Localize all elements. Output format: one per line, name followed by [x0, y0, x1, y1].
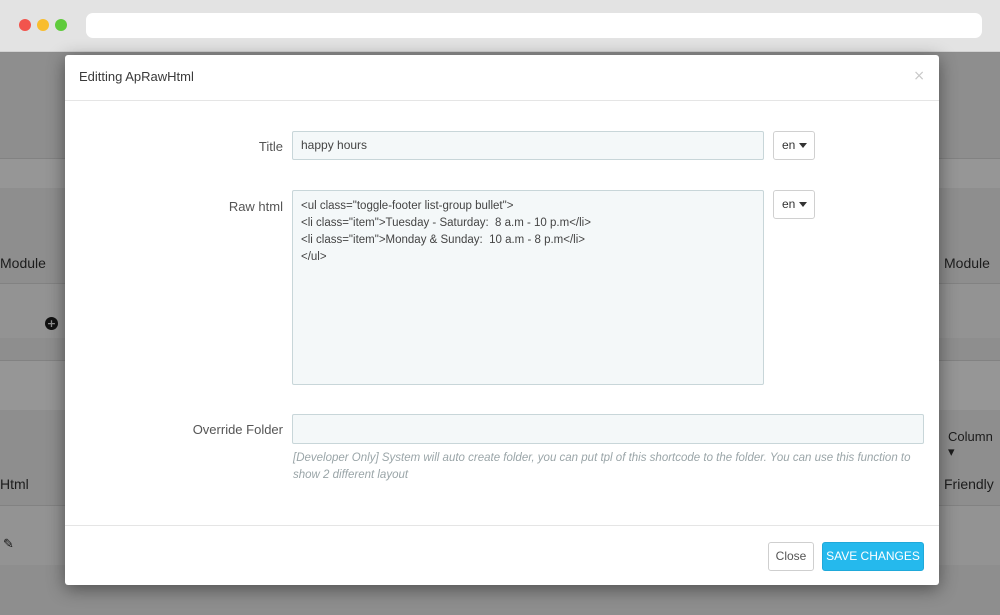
- plus-circle-icon: +: [45, 317, 58, 330]
- override-folder-label: Override Folder: [192, 422, 283, 437]
- raw-html-language-label: en: [782, 197, 796, 211]
- close-icon[interactable]: ×: [913, 68, 925, 84]
- title-language-label: en: [782, 138, 796, 152]
- chevron-down-icon: [799, 202, 808, 208]
- pencil-icon: ✎: [3, 537, 14, 552]
- background-html-label: Html: [0, 476, 29, 492]
- address-bar[interactable]: [86, 13, 982, 38]
- background-module-label: Module: [0, 255, 46, 271]
- chevron-down-icon: [799, 143, 808, 149]
- background-friendly-label: Friendly: [944, 476, 994, 492]
- raw-html-language-dropdown[interactable]: en: [773, 190, 815, 219]
- title-language-dropdown[interactable]: en: [773, 131, 815, 160]
- raw-html-textarea[interactable]: <ul class="toggle-footer list-group bull…: [292, 190, 764, 385]
- background-column-dropdown: Column ▾: [948, 429, 993, 459]
- save-changes-button[interactable]: SAVE CHANGES: [822, 542, 924, 571]
- modal-footer-divider: [65, 525, 939, 526]
- edit-modal: Editting ApRawHtml × Title happy hours e…: [65, 55, 939, 585]
- close-window-dot[interactable]: [19, 19, 31, 31]
- title-label: Title: [258, 139, 283, 154]
- raw-html-label: Raw html: [228, 199, 283, 214]
- browser-chrome: [0, 0, 1000, 52]
- close-button[interactable]: Close: [768, 542, 814, 571]
- modal-title: Editting ApRawHtml: [79, 69, 194, 84]
- override-folder-input[interactable]: [292, 414, 924, 444]
- maximize-window-dot[interactable]: [55, 19, 67, 31]
- override-folder-help-text: [Developer Only] System will auto create…: [293, 452, 911, 481]
- title-input[interactable]: happy hours: [292, 131, 764, 160]
- modal-header: Editting ApRawHtml ×: [65, 55, 939, 101]
- minimize-window-dot[interactable]: [37, 19, 49, 31]
- background-module-label-right: Module: [944, 255, 990, 271]
